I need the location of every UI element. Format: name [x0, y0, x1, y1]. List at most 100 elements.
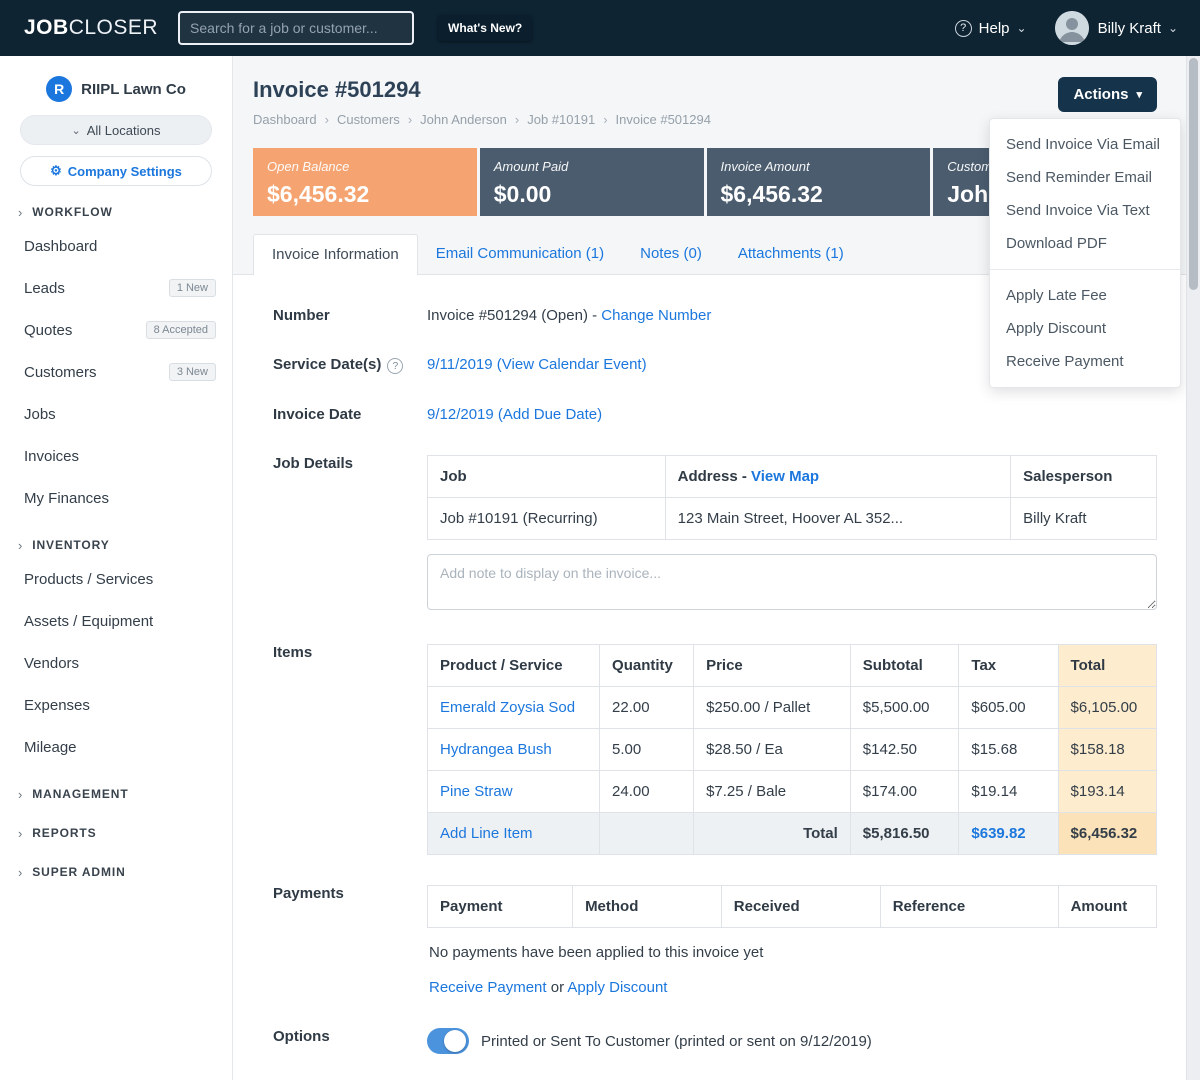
or-text: or	[551, 979, 564, 996]
number-label: Number	[273, 305, 427, 324]
add-line-item-link[interactable]: Add Line Item	[440, 825, 533, 842]
app-logo[interactable]: JOBCLOSER	[24, 16, 158, 40]
all-locations-dropdown[interactable]: ⌄ All Locations	[20, 115, 212, 145]
sidebar-item-my-finances[interactable]: My Finances	[0, 477, 232, 519]
printed-toggle[interactable]	[427, 1028, 469, 1054]
breadcrumb-job[interactable]: Job #10191	[527, 112, 595, 127]
company-settings-button[interactable]: ⚙ Company Settings	[20, 156, 212, 186]
nav-section-title: MANAGEMENT	[32, 787, 128, 801]
menu-item-send-reminder-email[interactable]: Send Reminder Email	[990, 161, 1180, 194]
items-value: Product / Service Quantity Price Subtota…	[427, 642, 1157, 855]
view-calendar-event-link[interactable]: (View Calendar Event)	[497, 356, 647, 373]
tab-invoice-information[interactable]: Invoice Information	[253, 234, 418, 275]
nav-section-inventory[interactable]: › INVENTORY	[0, 532, 232, 558]
total-cell: $6,105.00	[1058, 687, 1156, 729]
items-row: Items Product / Service Quantity Price S…	[273, 642, 1157, 855]
table-header-row: Job Address - View Map Salesperson	[428, 456, 1157, 498]
chevron-right-icon: ›	[408, 112, 412, 127]
nav-section-reports[interactable]: › REPORTS	[0, 820, 232, 846]
sidebar-item-products-services[interactable]: Products / Services	[0, 558, 232, 600]
nav-item-label: Expenses	[24, 697, 90, 714]
qty-cell: 5.00	[600, 729, 694, 771]
sidebar-item-invoices[interactable]: Invoices	[0, 435, 232, 477]
sidebar-item-dashboard[interactable]: Dashboard	[0, 225, 232, 267]
scrollbar[interactable]	[1186, 56, 1200, 1080]
user-menu[interactable]: Billy Kraft ⌄	[1055, 11, 1178, 45]
tax-total-link[interactable]: $639.82	[971, 825, 1025, 842]
chevron-right-icon: ›	[18, 787, 23, 802]
tab-email-communication[interactable]: Email Communication (1)	[418, 234, 622, 274]
nav-section-workflow[interactable]: › WORKFLOW	[0, 199, 232, 225]
job-details-table: Job Address - View Map Salesperson Job #…	[427, 455, 1157, 540]
col-address: Address - View Map	[665, 456, 1011, 498]
grand-total-cell: $6,456.32	[1058, 813, 1156, 855]
sidebar-item-quotes[interactable]: Quotes 8 Accepted	[0, 309, 232, 351]
stat-value: $6,456.32	[721, 181, 917, 208]
menu-item-apply-late-fee[interactable]: Apply Late Fee	[990, 279, 1180, 312]
receive-payment-link[interactable]: Receive Payment	[429, 979, 547, 996]
items-label: Items	[273, 642, 427, 855]
total-label-cell: Total	[694, 813, 851, 855]
label-text: Number	[273, 307, 330, 324]
scrollbar-thumb[interactable]	[1189, 58, 1198, 290]
invoice-date-row: Invoice Date 9/12/2019 (Add Due Date)	[273, 404, 1157, 423]
change-number-link[interactable]: Change Number	[601, 307, 711, 324]
menu-item-apply-discount[interactable]: Apply Discount	[990, 312, 1180, 345]
sidebar: R RIIPL Lawn Co ⌄ All Locations ⚙ Compan…	[0, 56, 233, 1080]
menu-item-receive-payment[interactable]: Receive Payment	[990, 345, 1180, 378]
product-link[interactable]: Pine Straw	[440, 783, 513, 800]
sidebar-item-leads[interactable]: Leads 1 New	[0, 267, 232, 309]
nav-item-label: Customers	[24, 364, 97, 381]
search-input[interactable]	[178, 11, 414, 45]
job-details-row: Job Details Job Address - View Map Sales…	[273, 453, 1157, 614]
nav-item-label: Products / Services	[24, 571, 153, 588]
nav-item-label: Quotes	[24, 322, 72, 339]
nav-section-management[interactable]: › MANAGEMENT	[0, 781, 232, 807]
breadcrumb-customer-name[interactable]: John Anderson	[420, 112, 507, 127]
sidebar-item-vendors[interactable]: Vendors	[0, 642, 232, 684]
printed-status-text: Printed or Sent To Customer (printed or …	[481, 1033, 872, 1050]
col-salesperson: Salesperson	[1011, 456, 1157, 498]
table-header-row: Product / Service Quantity Price Subtota…	[428, 645, 1157, 687]
all-locations-label: All Locations	[87, 123, 161, 138]
col-total: Total	[1058, 645, 1156, 687]
tab-notes[interactable]: Notes (0)	[622, 234, 720, 274]
empty-cell	[600, 813, 694, 855]
breadcrumb-dashboard[interactable]: Dashboard	[253, 112, 317, 127]
view-map-link[interactable]: View Map	[751, 468, 819, 485]
invoice-note-input[interactable]	[427, 554, 1157, 610]
apply-discount-link[interactable]: Apply Discount	[567, 979, 667, 996]
product-link[interactable]: Emerald Zoysia Sod	[440, 699, 575, 716]
tab-attachments[interactable]: Attachments (1)	[720, 234, 862, 274]
help-menu[interactable]: ? Help ⌄	[955, 20, 1027, 37]
customers-badge: 3 New	[169, 363, 216, 381]
sidebar-item-assets-equipment[interactable]: Assets / Equipment	[0, 600, 232, 642]
sidebar-item-jobs[interactable]: Jobs	[0, 393, 232, 435]
invoice-date-value: 9/12/2019 (Add Due Date)	[427, 404, 1157, 423]
payments-links: Receive Payment or Apply Discount	[427, 965, 1157, 998]
payments-empty-message: No payments have been applied to this in…	[427, 928, 1157, 965]
actions-button[interactable]: Actions ▾	[1058, 77, 1157, 112]
service-date-link[interactable]: 9/11/2019	[427, 356, 493, 373]
menu-item-download-pdf[interactable]: Download PDF	[990, 227, 1180, 260]
invoice-date-link[interactable]: 9/12/2019	[427, 406, 494, 423]
options-label: Options	[273, 1026, 427, 1054]
sidebar-item-expenses[interactable]: Expenses	[0, 684, 232, 726]
product-link[interactable]: Hydrangea Bush	[440, 741, 552, 758]
nav-item-label: Leads	[24, 280, 65, 297]
menu-item-send-invoice-email[interactable]: Send Invoice Via Email	[990, 128, 1180, 161]
stat-open-balance: Open Balance $6,456.32	[253, 148, 477, 216]
sidebar-item-customers[interactable]: Customers 3 New	[0, 351, 232, 393]
breadcrumb-customers[interactable]: Customers	[337, 112, 400, 127]
sidebar-item-mileage[interactable]: Mileage	[0, 726, 232, 768]
breadcrumb-invoice: Invoice #501294	[616, 112, 711, 127]
col-received: Received	[721, 886, 880, 928]
nav-section-super-admin[interactable]: › SUPER ADMIN	[0, 859, 232, 885]
question-icon[interactable]: ?	[387, 358, 403, 374]
total-cell: $193.14	[1058, 771, 1156, 813]
add-due-date-link[interactable]: (Add Due Date)	[498, 406, 602, 423]
salesperson-cell: Billy Kraft	[1011, 498, 1157, 540]
whats-new-button[interactable]: What's New?	[438, 15, 532, 41]
menu-item-send-invoice-text[interactable]: Send Invoice Via Text	[990, 194, 1180, 227]
payments-table: Payment Method Received Reference Amount	[427, 885, 1157, 928]
